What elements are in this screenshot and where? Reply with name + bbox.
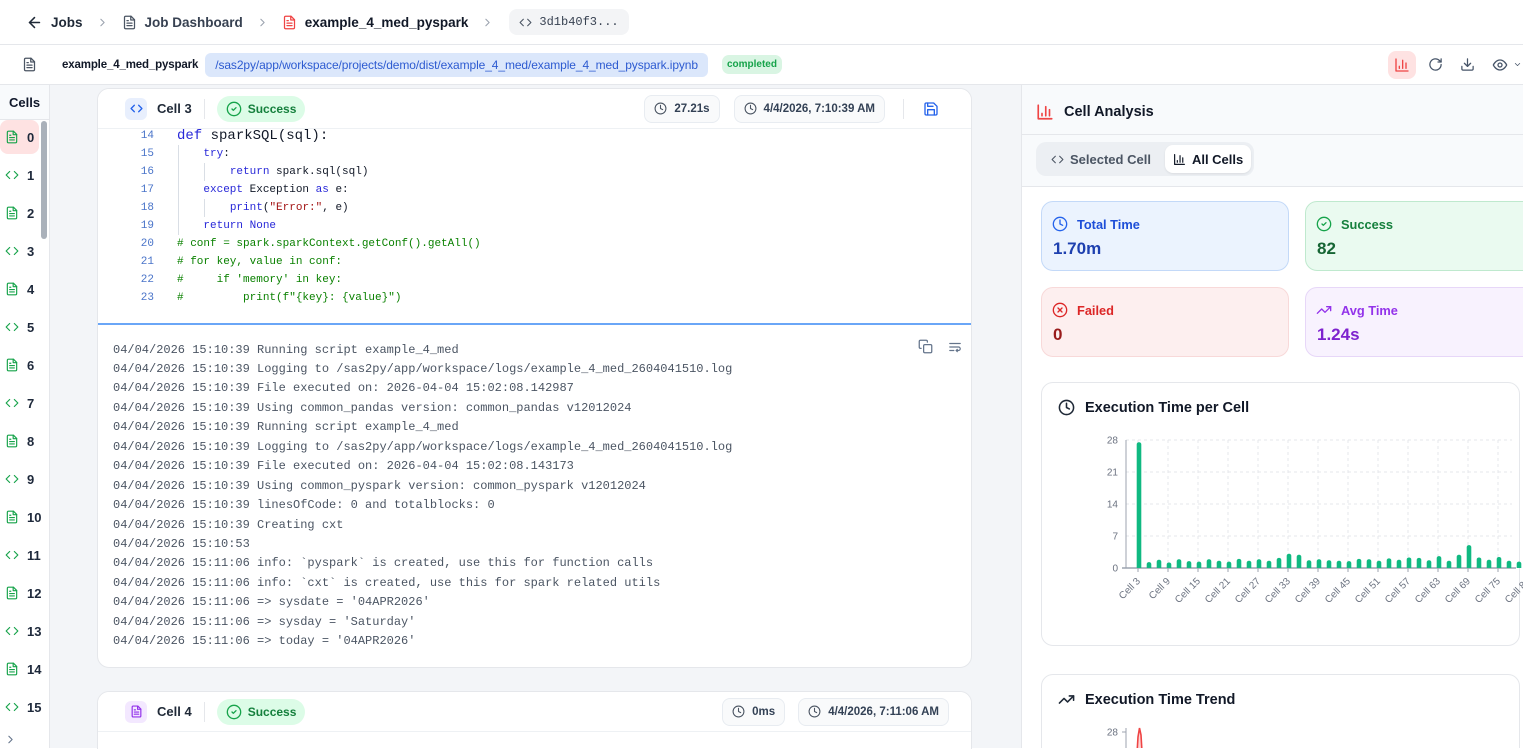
svg-text:14: 14 <box>1107 500 1119 511</box>
svg-text:0: 0 <box>1112 564 1118 575</box>
svg-text:Cell 33: Cell 33 <box>1263 576 1293 606</box>
svg-text:21: 21 <box>1107 468 1119 479</box>
svg-text:7: 7 <box>1112 532 1118 543</box>
svg-text:Cell 39: Cell 39 <box>1293 576 1323 606</box>
svg-text:Cell 81: Cell 81 <box>1503 576 1523 606</box>
svg-text:Cell 15: Cell 15 <box>1173 576 1203 606</box>
svg-text:Cell 21: Cell 21 <box>1203 576 1233 606</box>
svg-text:Cell 9: Cell 9 <box>1147 576 1173 602</box>
svg-text:Cell 45: Cell 45 <box>1323 576 1353 606</box>
svg-text:Cell 63: Cell 63 <box>1413 576 1443 606</box>
svg-text:28: 28 <box>1107 436 1119 447</box>
svg-text:Cell 69: Cell 69 <box>1443 576 1473 606</box>
svg-text:Cell 51: Cell 51 <box>1353 576 1383 606</box>
svg-text:Cell 3: Cell 3 <box>1117 576 1143 602</box>
svg-text:Cell 57: Cell 57 <box>1383 576 1413 606</box>
svg-text:28: 28 <box>1107 728 1119 739</box>
svg-text:Cell 75: Cell 75 <box>1473 576 1503 606</box>
svg-text:Cell 27: Cell 27 <box>1233 576 1263 606</box>
